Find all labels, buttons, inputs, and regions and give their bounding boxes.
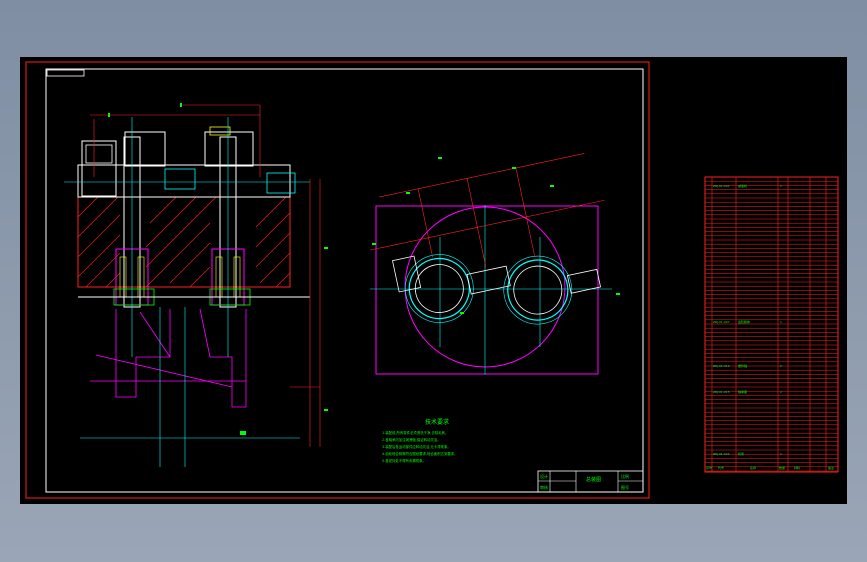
note-line: 2.各轴承内加注润滑脂,保证转动灵活。 xyxy=(382,437,441,442)
bearing-detail xyxy=(119,256,241,298)
sheet-outer-frame xyxy=(25,61,650,499)
housing-block xyxy=(77,196,291,288)
bom-name: 减速机 xyxy=(738,183,747,188)
technical-notes: 技术要求 1.装配前,所有零件必须清洗干净,去除毛刺。 2.各轴承内加注润滑脂,… xyxy=(382,418,458,463)
bom-code: ZRJ-01-001 xyxy=(713,184,730,188)
title-block[interactable]: 设计 审核 总装图 比例 图号 xyxy=(537,470,644,493)
rotated-gear-train xyxy=(369,153,605,325)
title-block-scale: 比例 xyxy=(621,473,629,479)
note-line: 3.装配后各运动部件应转动灵活,无卡滞现象。 xyxy=(382,444,451,449)
notes-heading: 技术要求 xyxy=(425,418,449,426)
bom-header-name: 名称 xyxy=(750,465,756,470)
bom-header-material: 材料 xyxy=(794,465,800,470)
title-block-title: 总装图 xyxy=(586,476,601,483)
left-motor xyxy=(81,140,117,197)
title-block-checker: 审核 xyxy=(540,484,548,490)
bom-header-code: 代号 xyxy=(718,465,724,470)
bom-qty: 1 xyxy=(780,452,782,456)
parts-list-rows xyxy=(705,176,838,472)
bom-header-index: 序号 xyxy=(706,465,712,470)
bom-qty: 2 xyxy=(780,390,782,394)
bom-qty: 1 xyxy=(780,320,782,324)
plan-view[interactable] xyxy=(359,151,627,375)
bom-name: 机架 xyxy=(738,451,744,456)
front-section-view[interactable] xyxy=(64,103,328,467)
bom-name: 轴承座 xyxy=(738,389,747,394)
bom-qty: 1 xyxy=(780,184,782,188)
parts-list-columns xyxy=(711,177,827,472)
title-block-number: 图号 xyxy=(621,484,629,490)
coupling xyxy=(164,168,196,190)
bom-name: 齿轮箱体 xyxy=(738,319,750,324)
bom-code: ZRJ-01-012 xyxy=(713,364,730,368)
gear-icon xyxy=(85,144,113,164)
bom-header-qty: 数量 xyxy=(779,465,785,470)
bom-header-remark: 备注 xyxy=(828,465,834,470)
note-line: 4.齿轮啮合侧隙符合图纸要求,啮合面积达到要求。 xyxy=(382,451,458,456)
lower-frame xyxy=(90,308,247,408)
sheet-code-box xyxy=(46,69,85,77)
right-motor xyxy=(266,172,296,194)
bom-qty: 2 xyxy=(780,364,782,368)
right-reducer-cap xyxy=(209,126,231,136)
gearbox-housing xyxy=(77,164,291,198)
housing-hatch xyxy=(77,196,291,288)
bom-name: 搅拌轴 xyxy=(738,363,747,368)
bom-code: ZRJ-01-015 xyxy=(713,390,730,394)
cad-viewport[interactable]: 技术要求 1.装配前,所有零件必须清洗干净,去除毛刺。 2.各轴承内加注润滑脂,… xyxy=(0,0,867,562)
dimension-arrows xyxy=(108,103,328,435)
bom-code: ZRJ-01-007 xyxy=(713,320,730,324)
title-block-designer: 设计 xyxy=(540,473,548,479)
drawing-canvas[interactable]: 技术要求 1.装配前,所有零件必须清洗干净,去除毛刺。 2.各轴承内加注润滑脂,… xyxy=(20,57,847,504)
note-line: 5.各密封处不得有渗漏现象。 xyxy=(382,458,426,463)
bom-code: ZRJ-01-021 xyxy=(713,452,730,456)
drawing-svg: 技术要求 1.装配前,所有零件必须清洗干净,去除毛刺。 2.各轴承内加注润滑脂,… xyxy=(25,61,839,499)
parts-list-frame xyxy=(704,176,839,473)
parts-list[interactable]: ZRJ-01-001 减速机 1 ZRJ-01-007 齿轮箱体 1 ZRJ-0… xyxy=(704,176,839,473)
note-line: 1.装配前,所有零件必须清洗干净,去除毛刺。 xyxy=(382,430,448,435)
center-lines xyxy=(64,117,310,467)
